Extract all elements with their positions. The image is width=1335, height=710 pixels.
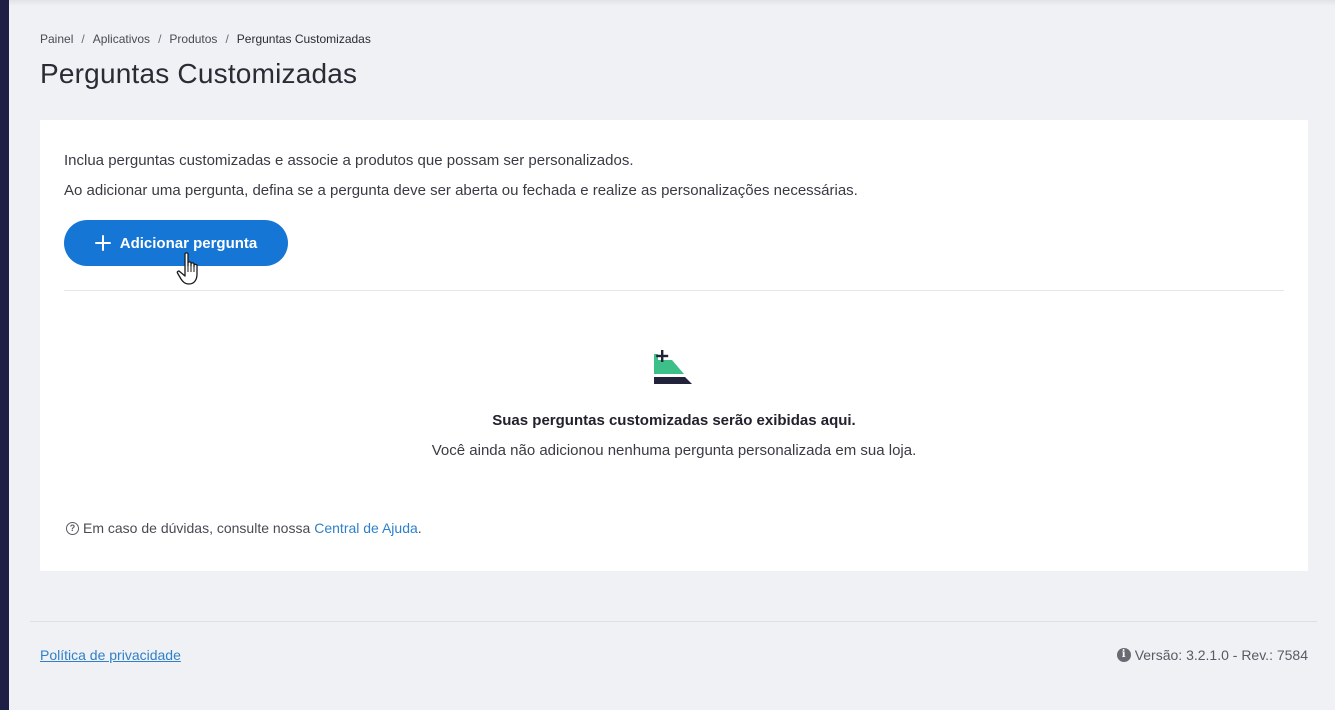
sidebar-strip: [0, 0, 9, 710]
intro-text: Inclua perguntas customizadas e associe …: [64, 146, 858, 206]
version-text: Versão: 3.2.1.0 - Rev.: 7584: [1134, 647, 1308, 663]
intro-line-1: Inclua perguntas customizadas e associe …: [64, 152, 634, 169]
breadcrumb-aplicativos[interactable]: Aplicativos: [93, 32, 150, 46]
help-center-link[interactable]: Central de Ajuda: [314, 520, 418, 536]
help-circle-icon: ?: [66, 521, 79, 535]
breadcrumb-painel[interactable]: Painel: [40, 32, 73, 46]
add-question-label: Adicionar pergunta: [119, 234, 258, 252]
plus-icon: [94, 235, 111, 251]
version-info: i Versão: 3.2.1.0 - Rev.: 7584: [1116, 647, 1308, 663]
breadcrumb-separator: /: [81, 32, 85, 46]
add-question-button[interactable]: Adicionar pergunta: [64, 220, 288, 266]
page-title: Perguntas Customizadas: [40, 58, 358, 89]
breadcrumb-produtos[interactable]: Produtos: [169, 32, 217, 46]
empty-state-title: Suas perguntas customizadas serão exibid…: [492, 412, 856, 429]
empty-state-subtitle: Você ainda não adicionou nenhuma pergunt…: [431, 442, 917, 459]
intro-line-2: Ao adicionar uma pergunta, defina se a p…: [64, 182, 858, 199]
breadcrumb-separator: /: [158, 32, 162, 46]
footer-divider: [30, 621, 1317, 622]
breadcrumb: Painel / Aplicativos / Produtos / Pergun…: [40, 32, 371, 46]
content-card: Inclua perguntas customizadas e associe …: [40, 120, 1308, 571]
breadcrumb-current: Perguntas Customizadas: [236, 32, 371, 46]
help-text: Em caso de dúvidas, consulte nossa: [83, 520, 311, 536]
topbar-shadow: [9, 0, 1335, 6]
info-icon: i: [1116, 648, 1131, 662]
breadcrumb-separator: /: [225, 32, 229, 46]
privacy-policy-link[interactable]: Política de privacidade: [40, 647, 181, 663]
content-divider: [64, 290, 1284, 291]
help-suffix: .: [417, 520, 422, 536]
help-note: ? Em caso de dúvidas, consulte nossa Cen…: [66, 520, 422, 536]
stacked-layers-add-icon: [654, 350, 692, 384]
